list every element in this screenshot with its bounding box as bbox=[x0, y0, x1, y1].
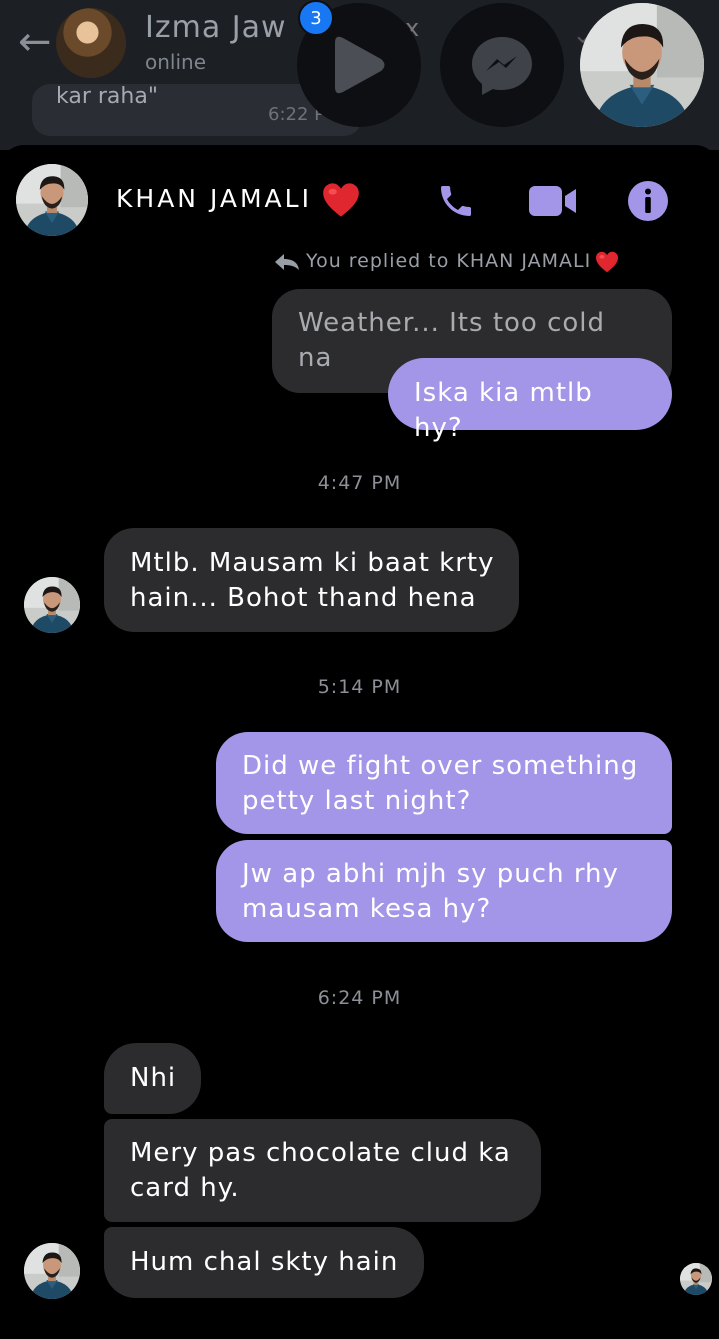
contact-avatar[interactable] bbox=[16, 164, 88, 236]
message-text: Mery pas chocolate clud ka card hy. bbox=[130, 1138, 511, 1203]
sender-avatar[interactable] bbox=[24, 577, 80, 633]
outgoing-message[interactable]: Iska kia mtlb hy? bbox=[388, 358, 672, 443]
seen-indicator-photo bbox=[680, 1263, 712, 1295]
background-contact-status: online bbox=[145, 50, 207, 74]
incoming-message[interactable]: Mtlb. Mausam ki baat krty hain... Bohot … bbox=[104, 528, 519, 632]
incoming-message[interactable]: Hum chal skty hain bbox=[104, 1227, 424, 1298]
unread-count-badge: 3 bbox=[298, 0, 334, 36]
timestamp: 6:24 PM bbox=[317, 987, 402, 1009]
incoming-message[interactable]: Nhi bbox=[104, 1043, 201, 1114]
seen-indicator-avatar bbox=[680, 1263, 712, 1295]
message-text: Did we fight over something petty last n… bbox=[242, 751, 639, 816]
background-message-text: kar raha" bbox=[56, 84, 158, 109]
info-icon[interactable] bbox=[627, 180, 669, 222]
incoming-message[interactable]: Mery pas chocolate clud ka card hy. bbox=[104, 1119, 541, 1222]
heart-emoji-icon bbox=[596, 251, 619, 272]
contact-photo bbox=[16, 164, 88, 236]
message-text: Nhi bbox=[130, 1063, 177, 1093]
message-text: Hum chal skty hain bbox=[130, 1247, 399, 1277]
reply-arrow-icon bbox=[275, 253, 299, 270]
timestamp: 4:47 PM bbox=[317, 472, 402, 494]
reply-context-text: You replied to KHAN JAMALI bbox=[306, 250, 592, 272]
message-text: Mtlb. Mausam ki baat krty hain... Bohot … bbox=[130, 548, 495, 613]
background-contact-avatar bbox=[56, 8, 126, 78]
outgoing-message[interactable]: Jw ap abhi mjh sy puch rhy mausam kesa h… bbox=[216, 840, 672, 942]
phone-icon[interactable] bbox=[436, 181, 476, 221]
message-text: Jw ap abhi mjh sy puch rhy mausam kesa h… bbox=[242, 859, 619, 924]
sender-photo bbox=[24, 1243, 80, 1299]
chat-head-photo bbox=[580, 3, 704, 127]
background-contact-name: Izma Jaw bbox=[145, 10, 287, 45]
reply-context-label: You replied to KHAN JAMALI bbox=[274, 250, 627, 273]
sender-photo bbox=[24, 577, 80, 633]
messenger-icon bbox=[472, 37, 532, 95]
outgoing-message[interactable]: Did we fight over something petty last n… bbox=[216, 732, 672, 834]
video-camera-icon[interactable] bbox=[528, 183, 578, 219]
chat-head-avatar[interactable] bbox=[580, 3, 704, 127]
timestamp: 5:14 PM bbox=[317, 676, 402, 698]
contact-name[interactable]: KHAN JAMALI bbox=[116, 184, 312, 213]
back-arrow-icon[interactable]: ← bbox=[18, 22, 52, 62]
sender-avatar[interactable] bbox=[24, 1243, 80, 1299]
messenger-bubble-button[interactable] bbox=[440, 3, 564, 127]
heart-emoji-icon bbox=[323, 183, 359, 217]
